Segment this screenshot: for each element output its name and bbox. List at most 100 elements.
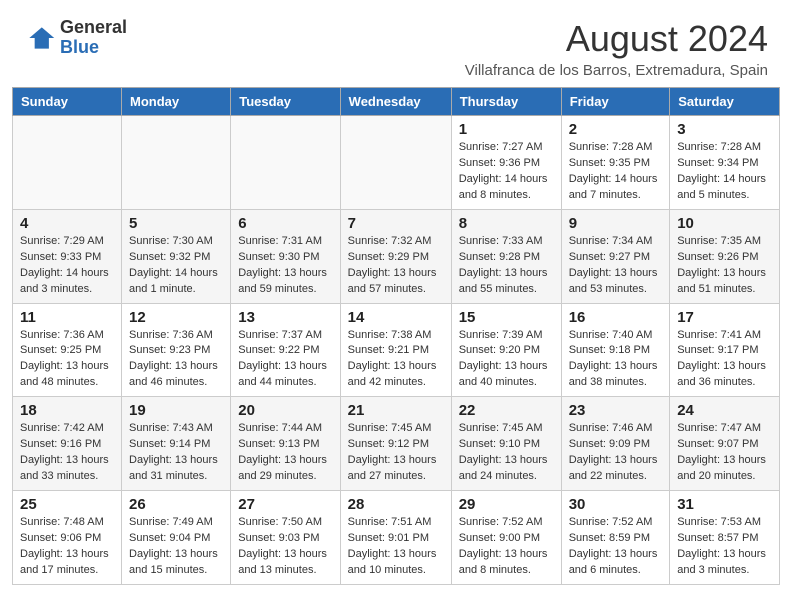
day-cell: 19 Sunrise: 7:43 AMSunset: 9:14 PMDayligh…	[122, 397, 231, 491]
day-number: 8	[459, 215, 554, 232]
day-number: 16	[569, 309, 663, 326]
day-cell: 9 Sunrise: 7:34 AMSunset: 9:27 PMDaylight…	[561, 209, 670, 303]
day-info: Sunrise: 7:28 AMSunset: 9:34 PMDaylight:…	[677, 140, 772, 204]
day-cell	[231, 116, 340, 210]
day-cell: 22 Sunrise: 7:45 AMSunset: 9:10 PMDayligh…	[451, 397, 561, 491]
day-number: 14	[348, 309, 444, 326]
day-info: Sunrise: 7:52 AMSunset: 9:00 PMDaylight:…	[459, 515, 554, 579]
day-info: Sunrise: 7:46 AMSunset: 9:09 PMDaylight:…	[569, 421, 663, 485]
day-number: 10	[677, 215, 772, 232]
col-monday: Monday	[122, 88, 231, 116]
day-number: 1	[459, 121, 554, 138]
col-tuesday: Tuesday	[231, 88, 340, 116]
week-row-3: 11 Sunrise: 7:36 AMSunset: 9:25 PMDayligh…	[13, 303, 780, 397]
day-number: 5	[129, 215, 223, 232]
day-info: Sunrise: 7:51 AMSunset: 9:01 PMDaylight:…	[348, 515, 444, 579]
day-number: 25	[20, 496, 114, 513]
day-info: Sunrise: 7:33 AMSunset: 9:28 PMDaylight:…	[459, 234, 554, 298]
week-row-2: 4 Sunrise: 7:29 AMSunset: 9:33 PMDaylight…	[13, 209, 780, 303]
day-info: Sunrise: 7:48 AMSunset: 9:06 PMDaylight:…	[20, 515, 114, 579]
day-cell: 12Sunrise: 7:36 AMSunset: 9:23 PMDayligh…	[122, 303, 231, 397]
day-info: Sunrise: 7:44 AMSunset: 9:13 PMDaylight:…	[238, 421, 332, 485]
day-info: Sunrise: 7:47 AMSunset: 9:07 PMDaylight:…	[677, 421, 772, 485]
day-cell: 15 Sunrise: 7:39 AMSunset: 9:20 PMDayligh…	[451, 303, 561, 397]
day-info: Sunrise: 7:36 AMSunset: 9:25 PMDaylight:…	[20, 328, 114, 392]
col-saturday: Saturday	[670, 88, 780, 116]
col-sunday: Sunday	[13, 88, 122, 116]
col-wednesday: Wednesday	[340, 88, 451, 116]
day-cell: 21 Sunrise: 7:45 AMSunset: 9:12 PMDayligh…	[340, 397, 451, 491]
day-info: Sunrise: 7:27 AMSunset: 9:36 PMDaylight:…	[459, 140, 554, 204]
title-block: August 2024 Villafranca de los Barros, E…	[465, 18, 768, 79]
calendar-table: Sunday Monday Tuesday Wednesday Thursday…	[12, 87, 780, 585]
day-info: Sunrise: 7:49 AMSunset: 9:04 PMDaylight:…	[129, 515, 223, 579]
day-info: Sunrise: 7:50 AMSunset: 9:03 PMDaylight:…	[238, 515, 332, 579]
day-number: 11	[20, 309, 114, 326]
day-cell: 23 Sunrise: 7:46 AMSunset: 9:09 PMDayligh…	[561, 397, 670, 491]
day-cell: 11 Sunrise: 7:36 AMSunset: 9:25 PMDayligh…	[13, 303, 122, 397]
day-info: Sunrise: 7:31 AMSunset: 9:30 PMDaylight:…	[238, 234, 332, 298]
day-cell: 4 Sunrise: 7:29 AMSunset: 9:33 PMDaylight…	[13, 209, 122, 303]
day-number: 30	[569, 496, 663, 513]
day-cell: 7 Sunrise: 7:32 AMSunset: 9:29 PMDaylight…	[340, 209, 451, 303]
day-cell: 1 Sunrise: 7:27 AMSunset: 9:36 PMDaylight…	[451, 116, 561, 210]
day-info: Sunrise: 7:45 AMSunset: 9:12 PMDaylight:…	[348, 421, 444, 485]
day-info: Sunrise: 7:39 AMSunset: 9:20 PMDaylight:…	[459, 328, 554, 392]
day-info: Sunrise: 7:53 AMSunset: 8:57 PMDaylight:…	[677, 515, 772, 579]
week-row-4: 18 Sunrise: 7:42 AMSunset: 9:16 PMDayligh…	[13, 397, 780, 491]
day-cell: 25 Sunrise: 7:48 AMSunset: 9:06 PMDayligh…	[13, 491, 122, 585]
calendar-header-row: Sunday Monday Tuesday Wednesday Thursday…	[13, 88, 780, 116]
day-number: 13	[238, 309, 332, 326]
calendar-wrapper: Sunday Monday Tuesday Wednesday Thursday…	[0, 87, 792, 597]
logo: General Blue	[24, 18, 127, 58]
day-cell: 6Sunrise: 7:31 AMSunset: 9:30 PMDaylight…	[231, 209, 340, 303]
day-cell	[13, 116, 122, 210]
day-info: Sunrise: 7:35 AMSunset: 9:26 PMDaylight:…	[677, 234, 772, 298]
day-info: Sunrise: 7:52 AMSunset: 8:59 PMDaylight:…	[569, 515, 663, 579]
day-cell: 5 Sunrise: 7:30 AMSunset: 9:32 PMDaylight…	[122, 209, 231, 303]
day-number: 15	[459, 309, 554, 326]
day-info: Sunrise: 7:45 AMSunset: 9:10 PMDaylight:…	[459, 421, 554, 485]
day-number: 19	[129, 402, 223, 419]
day-number: 3	[677, 121, 772, 138]
day-info: Sunrise: 7:32 AMSunset: 9:29 PMDaylight:…	[348, 234, 444, 298]
day-cell: 17 Sunrise: 7:41 AMSunset: 9:17 PMDayligh…	[670, 303, 780, 397]
day-number: 24	[677, 402, 772, 419]
day-cell: 28 Sunrise: 7:51 AMSunset: 9:01 PMDayligh…	[340, 491, 451, 585]
day-number: 31	[677, 496, 772, 513]
day-info: Sunrise: 7:29 AMSunset: 9:33 PMDaylight:…	[20, 234, 114, 298]
day-number: 9	[569, 215, 663, 232]
day-cell	[340, 116, 451, 210]
day-number: 23	[569, 402, 663, 419]
day-number: 4	[20, 215, 114, 232]
day-number: 21	[348, 402, 444, 419]
day-cell: 31 Sunrise: 7:53 AMSunset: 8:57 PMDayligh…	[670, 491, 780, 585]
day-info: Sunrise: 7:34 AMSunset: 9:27 PMDaylight:…	[569, 234, 663, 298]
day-cell: 10 Sunrise: 7:35 AMSunset: 9:26 PMDayligh…	[670, 209, 780, 303]
day-cell: 18 Sunrise: 7:42 AMSunset: 9:16 PMDayligh…	[13, 397, 122, 491]
day-number: 22	[459, 402, 554, 419]
day-info: Sunrise: 7:41 AMSunset: 9:17 PMDaylight:…	[677, 328, 772, 392]
day-number: 18	[20, 402, 114, 419]
day-info: Sunrise: 7:38 AMSunset: 9:21 PMDaylight:…	[348, 328, 444, 392]
col-friday: Friday	[561, 88, 670, 116]
day-info: Sunrise: 7:30 AMSunset: 9:32 PMDaylight:…	[129, 234, 223, 298]
day-number: 17	[677, 309, 772, 326]
day-info: Sunrise: 7:43 AMSunset: 9:14 PMDaylight:…	[129, 421, 223, 485]
logo-blue-text: Blue	[60, 38, 127, 58]
day-cell: 3 Sunrise: 7:28 AMSunset: 9:34 PMDaylight…	[670, 116, 780, 210]
logo-icon	[24, 22, 56, 54]
day-number: 7	[348, 215, 444, 232]
location-subtitle: Villafranca de los Barros, Extremadura, …	[465, 62, 768, 79]
week-row-1: 1 Sunrise: 7:27 AMSunset: 9:36 PMDaylight…	[13, 116, 780, 210]
col-thursday: Thursday	[451, 88, 561, 116]
day-number: 28	[348, 496, 444, 513]
day-number: 20	[238, 402, 332, 419]
day-info: Sunrise: 7:28 AMSunset: 9:35 PMDaylight:…	[569, 140, 663, 204]
day-number: 29	[459, 496, 554, 513]
day-cell: 8 Sunrise: 7:33 AMSunset: 9:28 PMDaylight…	[451, 209, 561, 303]
day-number: 12	[129, 309, 223, 326]
day-info: Sunrise: 7:42 AMSunset: 9:16 PMDaylight:…	[20, 421, 114, 485]
logo-general-text: General	[60, 18, 127, 38]
day-cell: 26Sunrise: 7:49 AMSunset: 9:04 PMDayligh…	[122, 491, 231, 585]
